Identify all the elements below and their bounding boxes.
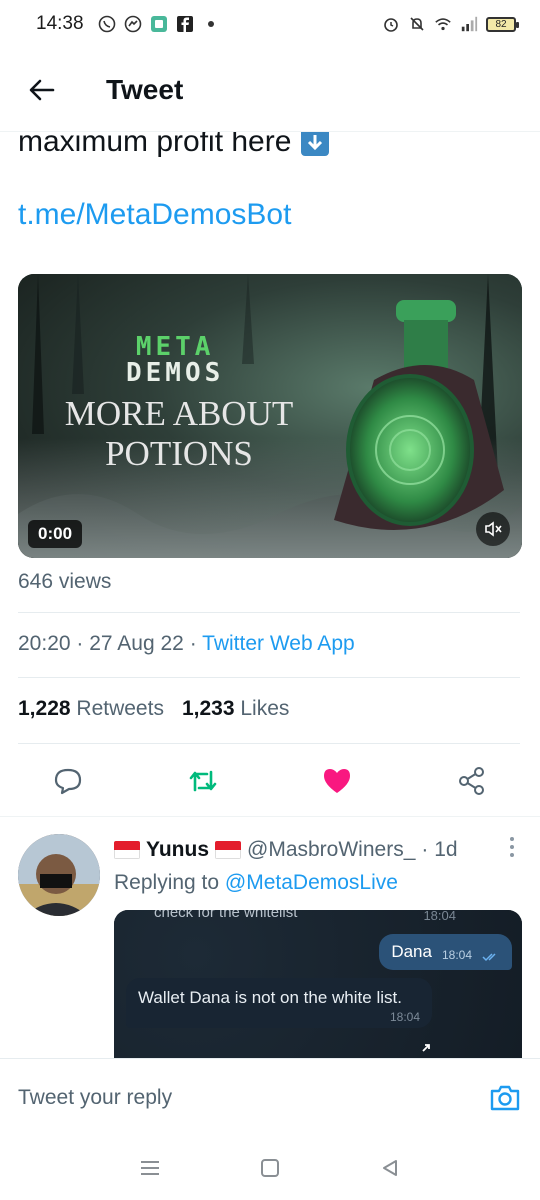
video-headline: MORE ABOUT POTIONS [44,394,314,474]
back-nav-button[interactable] [375,1153,405,1183]
retweets-stat[interactable]: 1,228 Retweets [18,697,164,721]
tweet-meta: 20:20 · 27 Aug 22 · Twitter Web App [18,632,355,656]
reply-header: Yunus @MasbroWiners_ · 1d [114,838,458,862]
share-button[interactable] [454,763,490,799]
reply-author-handle[interactable]: @MasbroWiners_ [247,838,415,862]
replying-mention-link[interactable]: @MetaDemosLive [225,871,398,894]
divider [18,743,520,744]
retweet-icon [189,770,216,792]
tweet-body: maximum profit here t.me/MetaDemosBot [0,125,540,232]
system-icons: 82 [382,15,519,33]
facebook-icon [176,15,194,33]
back-button[interactable] [18,66,66,114]
home-nav-button[interactable] [255,1153,285,1183]
replying-prefix: Replying to [114,871,220,894]
logo-line-2: DEMOS [126,358,225,388]
outgoing-stamp: 18:04 [441,948,472,962]
retweets-count: 1,228 [18,697,71,720]
reply-author-name[interactable]: Yunus [146,838,209,862]
reply-button[interactable] [50,763,86,799]
mute-icon [408,15,426,33]
view-count: 646 views [18,570,112,593]
camera-button[interactable] [488,1081,522,1115]
outgoing-text: Dana [391,942,432,961]
menu-nav-button[interactable] [135,1153,165,1183]
reply-image[interactable]: check for the whitelist 18:04 Dana 18:04… [114,910,522,1058]
avatar[interactable] [18,834,100,916]
comment-icon [54,768,82,795]
volume-muted-icon [485,521,502,537]
chat-cut-stamp: 18:04 [423,910,456,923]
messenger-icon [124,15,142,33]
more-dot [510,853,514,857]
headline-line-1: MORE ABOUT [64,394,294,433]
notification-icons [98,15,220,33]
logo-line-1: META [135,332,215,362]
potion-bottle-illustration [334,300,504,530]
app-icon [150,15,168,33]
alarm-icon [382,15,400,33]
dot-icon [202,15,220,33]
avatar-illustration [18,834,100,916]
likes-label: Likes [240,697,290,720]
expand-arrow-icon [422,1044,430,1052]
menu-icon [141,1161,159,1175]
top-app-bar: Tweet [0,48,540,132]
share-icon [458,767,484,795]
video-time-badge: 0:00 [28,520,83,548]
system-navigation-bar [0,1136,540,1200]
status-time: 14:38 [36,13,84,34]
heart-icon [324,769,351,793]
likes-count: 1,233 [181,697,235,720]
divider [0,816,540,817]
indonesia-flag-icon [215,841,242,859]
double-check-icon [482,953,496,962]
more-dot [510,837,514,841]
more-dot [510,845,514,849]
tweet-link[interactable]: t.me/MetaDemosBot [0,198,540,232]
retweets-label: Retweets [76,697,164,720]
indonesia-flag-icon [114,841,140,859]
meta-demos-logo: META DEMOS [126,334,224,386]
like-button[interactable] [319,763,355,799]
meta-separator: · [76,632,84,655]
square-icon [261,1159,279,1177]
tweet-stats: 1,228 Retweets 1,233 Likes [18,697,289,721]
tweet-time: 20:20 [18,632,71,655]
signal-icon [460,15,478,33]
incoming-text: Wallet Dana is not on the white list. [138,988,402,1007]
viber-icon [98,15,116,33]
page-title: Tweet [106,73,184,105]
status-bar: 14:38 82 [0,0,540,48]
retweet-button[interactable] [185,763,221,799]
divider [18,612,520,613]
chat-cut-text: check for the whitelist [154,910,298,921]
tweet-source-link[interactable]: Twitter Web App [202,632,355,655]
tweet-actions [0,757,540,805]
triangle-back-icon [383,1160,397,1176]
chat-bubble-incoming: Wallet Dana is not on the white list. 18… [126,978,432,1028]
meta-separator: · [189,632,197,655]
reply-composer: Tweet your reply [0,1058,540,1136]
tweet-video[interactable]: META DEMOS MORE ABOUT POTIONS 0:00 [18,274,522,558]
divider [18,677,520,678]
likes-stat[interactable]: 1,233 Likes [182,697,289,721]
reply-input[interactable]: Tweet your reply [18,1086,488,1110]
replying-to: Replying to @MetaDemosLive [114,871,398,895]
video-mute-button[interactable] [476,512,510,546]
arrow-left-icon [29,79,55,100]
more-options-button[interactable] [502,832,522,862]
down-arrow-emoji-icon [301,128,330,156]
reply-age: · 1d [421,838,458,861]
incoming-stamp: 18:04 [389,1010,420,1024]
tweet-date: 27 Aug 22 [89,632,184,655]
camera-icon [490,1085,520,1110]
headline-line-2: POTIONS [105,434,253,473]
wifi-icon [434,15,452,33]
chat-bubble-outgoing: Dana 18:04 [379,934,512,970]
battery-indicator: 82 [486,16,519,32]
